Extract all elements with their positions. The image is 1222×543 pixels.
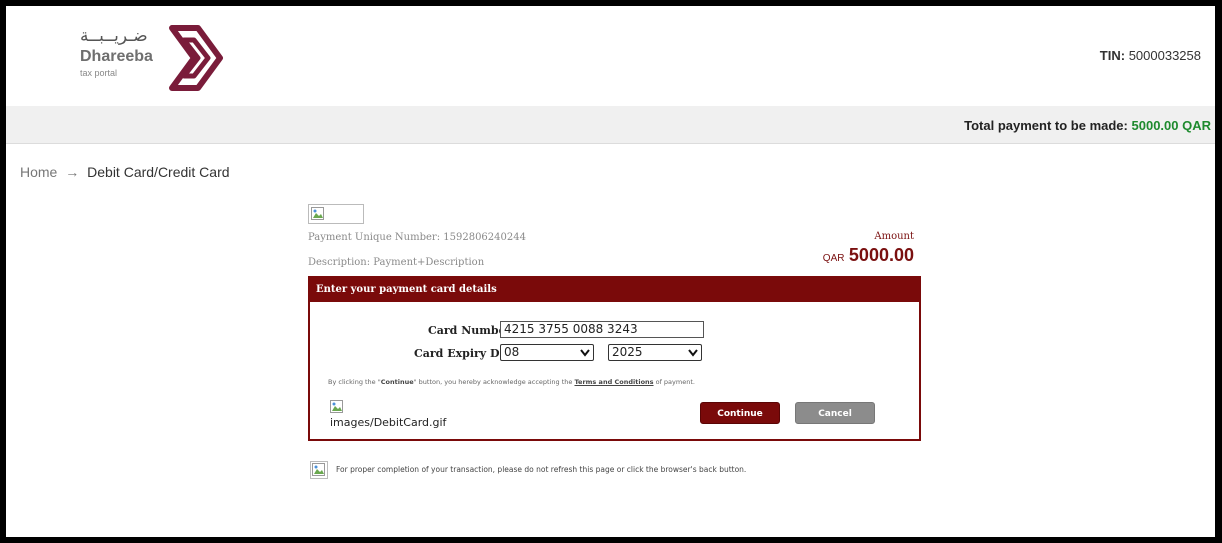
dhareeba-logo[interactable]: ضـريــبــة Dhareeba tax portal — [72, 24, 232, 94]
terms-suffix: of payment. — [653, 378, 695, 386]
logo-name: Dhareeba — [80, 48, 153, 65]
amount-currency: QAR — [822, 253, 845, 264]
card-number-input[interactable]: 4215 3755 0088 3243 — [500, 321, 704, 338]
expiry-year-value: 2025 — [612, 345, 643, 359]
amount-value: 5000.00 — [848, 245, 914, 265]
continue-button[interactable]: Continue — [700, 402, 780, 424]
logo-arabic-text: ضـريــبــة — [80, 26, 148, 46]
broken-image-icon — [330, 400, 343, 413]
expiry-month-value: 08 — [504, 345, 520, 359]
payment-unique-number: Payment Unique Number: 1592806240244 — [308, 232, 526, 243]
breadcrumb-home-link[interactable]: Home — [20, 164, 57, 180]
amount-label: Amount — [874, 231, 914, 242]
debit-card-image-alt: images/DebitCard.gif — [330, 416, 447, 429]
header: ضـريــبــة Dhareeba tax portal TIN: 5000… — [6, 6, 1215, 106]
chevron-down-icon — [580, 349, 590, 357]
card-number-label: Card Number — [428, 324, 512, 337]
terms-notice: By clicking the "Continue" button, you h… — [328, 378, 695, 386]
logo-subtitle: tax portal — [80, 68, 118, 78]
terms-middle: " button, you hereby acknowledge accepti… — [413, 378, 575, 386]
logo-chevron-icon — [169, 25, 223, 91]
tin-value: 5000033258 — [1128, 48, 1201, 63]
broken-image-icon — [312, 463, 325, 476]
tin-label: TIN: — [1099, 48, 1126, 63]
total-payment-text: Total payment to be made: 5000.00 QAR — [964, 118, 1211, 133]
card-details-heading: Enter your payment card details — [310, 278, 919, 302]
expiry-month-select[interactable]: 08 — [500, 344, 594, 361]
expiry-year-select[interactable]: 2025 — [608, 344, 702, 361]
amount-display: QAR 5000.00 — [823, 245, 914, 266]
terms-prefix: By clicking the " — [328, 378, 381, 386]
total-payment-amount: 5000.00 QAR — [1131, 118, 1212, 133]
debit-card-image: images/DebitCard.gif — [328, 400, 446, 434]
breadcrumb-arrow-icon: → — [65, 164, 80, 180]
notice-text: For proper completion of your transactio… — [336, 465, 747, 474]
broken-image-icon — [311, 207, 324, 220]
total-payment-label: Total payment to be made: — [964, 118, 1128, 133]
terms-and-conditions-link[interactable]: Terms and Conditions — [574, 378, 653, 386]
browser-page: ضـريــبــة Dhareeba tax portal TIN: 5000… — [6, 6, 1215, 537]
total-payment-bar: Total payment to be made: 5000.00 QAR — [6, 106, 1215, 144]
merchant-logo-image — [308, 204, 364, 224]
terms-continue-word: Continue — [380, 378, 414, 386]
tin-display: TIN: 5000033258 — [1100, 48, 1201, 63]
notice-image — [310, 461, 328, 479]
cancel-button[interactable]: Cancel — [795, 402, 875, 424]
breadcrumb-current: Debit Card/Credit Card — [87, 164, 230, 180]
breadcrumb: Home → Debit Card/Credit Card — [20, 164, 230, 180]
card-details-panel: Enter your payment card details Card Num… — [308, 276, 921, 441]
payment-description: Description: Payment+Description — [308, 257, 485, 268]
transaction-notice: For proper completion of your transactio… — [308, 461, 921, 481]
chevron-down-icon — [688, 349, 698, 357]
